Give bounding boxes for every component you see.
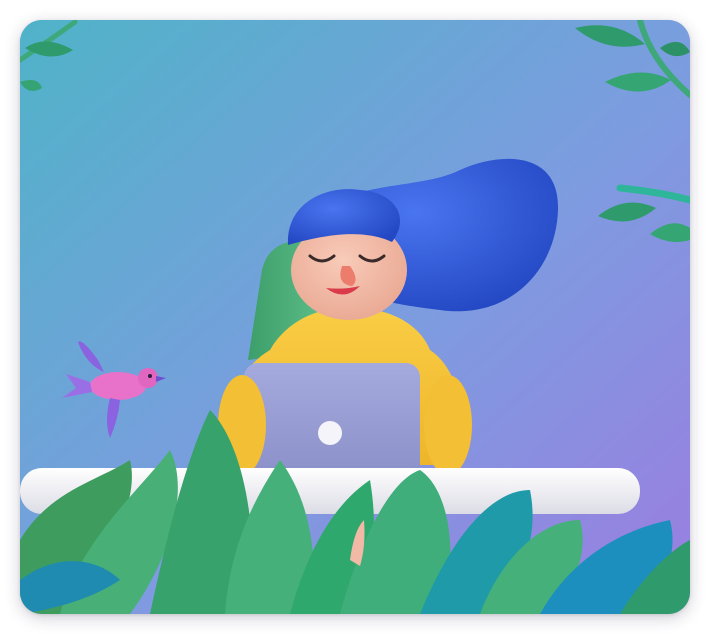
laptop-logo [318, 421, 342, 445]
right-sleeve [424, 375, 472, 475]
illustration-card [20, 20, 690, 614]
clay-illustration [20, 20, 690, 614]
